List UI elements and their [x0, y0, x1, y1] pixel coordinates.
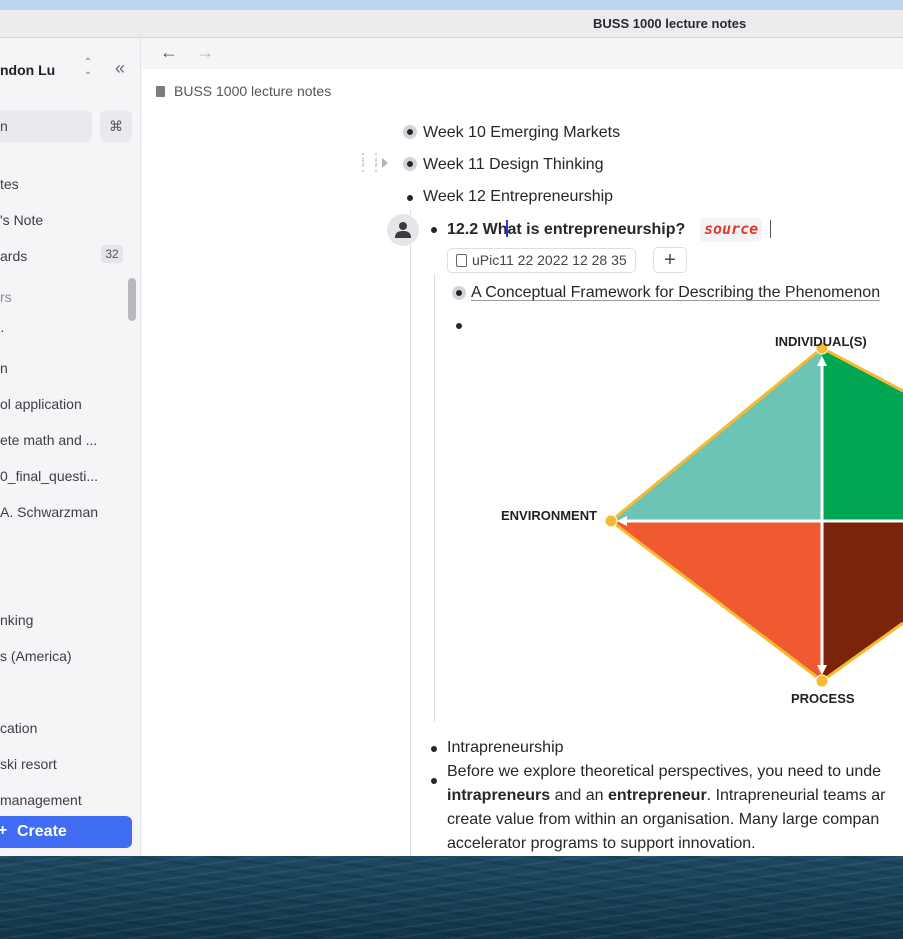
- window-title: BUSS 1000 lecture notes: [593, 16, 747, 31]
- block-week12[interactable]: Week 12 Entrepreneurship: [423, 188, 613, 206]
- sidebar-page-item[interactable]: ·: [0, 322, 5, 338]
- sidebar-page-item[interactable]: cation: [0, 720, 37, 736]
- collapse-sidebar-icon[interactable]: «: [110, 58, 130, 80]
- drag-handle-icon[interactable]: ⋮⋮ ⋮⋮: [356, 151, 383, 172]
- bold-term: intrapreneurs: [447, 787, 551, 804]
- block-week10[interactable]: Week 10 Emerging Markets: [423, 124, 620, 142]
- bold-term: entrepreneur: [607, 787, 707, 804]
- diagram-label-bottom: PROCESS: [791, 691, 855, 706]
- sidebar-page-item[interactable]: ete math and ...: [0, 432, 97, 448]
- bullet[interactable]: [431, 746, 437, 752]
- create-button[interactable]: + Create: [0, 816, 132, 848]
- bullet[interactable]: [407, 195, 413, 201]
- collapsed-bullet[interactable]: [403, 125, 417, 139]
- app-window: BUSS 1000 lecture notes ndon Lu ⌃ ⌄ « n ⌘…: [0, 10, 903, 856]
- editor-area: ← → BUSS 1000 lecture notes Week 10 Emer…: [141, 38, 903, 856]
- indent-guide: [434, 274, 435, 722]
- expand-arrow-icon[interactable]: [382, 158, 388, 168]
- command-key-icon[interactable]: ⌘: [100, 110, 132, 142]
- text-run: and an: [550, 787, 608, 804]
- block-paragraph[interactable]: Before we explore theoretical perspectiv…: [447, 760, 885, 856]
- paragraph-line: Before we explore theoretical perspectiv…: [447, 760, 885, 784]
- sidebar: ndon Lu ⌃ ⌄ « n ⌘ tes 's Note ards 32 rs …: [0, 38, 141, 856]
- breadcrumb-label: BUSS 1000 lecture notes: [174, 83, 332, 99]
- sidebar-page-item[interactable]: management: [0, 792, 82, 808]
- editor-toolbar: ← →: [141, 38, 903, 69]
- forward-arrow-icon[interactable]: →: [193, 41, 217, 65]
- paragraph-line: accelerator programs to support innovati…: [447, 832, 885, 856]
- bullet[interactable]: [456, 323, 462, 329]
- paragraph-line: create value from within an organisation…: [447, 808, 885, 832]
- add-reference-button[interactable]: +: [653, 247, 687, 273]
- back-arrow-icon[interactable]: ←: [157, 41, 181, 65]
- collapsed-bullet[interactable]: [403, 157, 417, 171]
- user-avatar[interactable]: [387, 214, 419, 246]
- sidebar-page-item[interactable]: ski resort: [0, 756, 57, 772]
- node-left: [604, 514, 618, 528]
- quadrant-bottom-right: [822, 521, 903, 681]
- collapsed-bullet[interactable]: [452, 286, 466, 300]
- text-run: create value from within an organisation…: [447, 811, 880, 828]
- diagram-label-top: INDIVIDUAL(S): [775, 334, 867, 349]
- document-icon: [156, 86, 165, 97]
- indent-guide: [410, 210, 411, 856]
- sidebar-page-item[interactable]: 0_final_questi...: [0, 468, 98, 484]
- plus-icon: +: [0, 822, 8, 839]
- sidebar-item-boards[interactable]: ards: [0, 248, 27, 264]
- bullet[interactable]: [431, 778, 437, 784]
- sidebar-page-item[interactable]: ol application: [0, 396, 82, 412]
- bullet[interactable]: [431, 227, 437, 233]
- quadrant-top-right: [822, 348, 903, 521]
- sidebar-item-note[interactable]: 's Note: [0, 212, 43, 228]
- text-run: . Intrapreneurial teams ar: [706, 787, 886, 804]
- attachment-chip[interactable]: uPic11 22 2022 12 28 35: [447, 248, 636, 273]
- sidebar-page-item[interactable]: s (America): [0, 648, 72, 664]
- block-heading[interactable]: 12.2 What is entrepreneurship?: [447, 220, 685, 239]
- heading-text-start: 12.2 Wh: [447, 221, 508, 238]
- chevron-updown-icon[interactable]: ⌃ ⌄: [80, 58, 96, 82]
- sidebar-page-item[interactable]: A. Schwarzman: [0, 504, 98, 520]
- person-icon: [395, 222, 411, 238]
- sidebar-page-item[interactable]: n: [0, 360, 8, 376]
- search-input[interactable]: n: [0, 110, 92, 142]
- page-link[interactable]: A Conceptual Framework for Describing th…: [471, 284, 880, 302]
- create-button-label: Create: [17, 823, 67, 840]
- title-bar: BUSS 1000 lecture notes: [0, 10, 903, 38]
- node-bottom: [815, 674, 829, 688]
- diagram-label-left: ENVIRONMENT: [501, 508, 598, 523]
- sidebar-scrollbar[interactable]: [128, 278, 136, 321]
- section-header[interactable]: rs: [0, 289, 12, 305]
- text-run: Before we explore theoretical perspectiv…: [447, 763, 882, 780]
- count-badge: 32: [101, 245, 123, 263]
- text-run: accelerator programs to support innovati…: [447, 835, 756, 852]
- workspace-name[interactable]: ndon Lu: [0, 62, 55, 78]
- block-week11[interactable]: Week 11 Design Thinking: [423, 156, 604, 174]
- pdf-icon: [456, 254, 467, 267]
- block-intrapreneurship[interactable]: Intrapreneurship: [447, 739, 564, 757]
- heading-text-end: at is entrepreneurship?: [507, 221, 686, 238]
- sidebar-item-notes[interactable]: tes: [0, 176, 19, 192]
- text-cursor: [770, 220, 771, 238]
- desktop-wallpaper: [0, 856, 903, 939]
- sidebar-page-item[interactable]: nking: [0, 612, 33, 628]
- breadcrumb[interactable]: BUSS 1000 lecture notes: [156, 83, 331, 99]
- source-tag[interactable]: source: [700, 218, 763, 242]
- attachment-label: uPic11 22 2022 12 28 35: [472, 252, 627, 268]
- paragraph-line: intrapreneurs and an entrepreneur. Intra…: [447, 784, 885, 808]
